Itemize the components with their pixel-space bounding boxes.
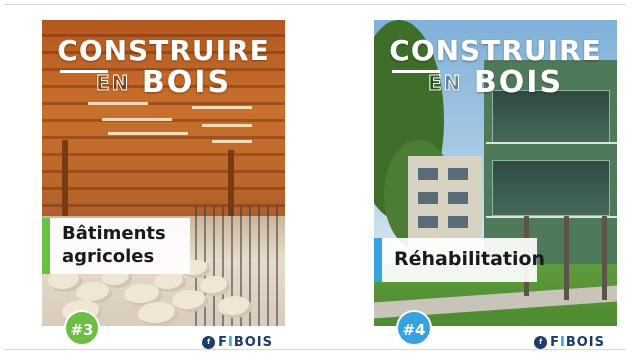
title-bois: BOIS xyxy=(141,64,232,100)
fibois-brand: f FIBOIS xyxy=(534,334,605,350)
title-construire: CONSTRUIRE xyxy=(57,34,270,67)
cover-title: CONSTRUIRE EN BOIS xyxy=(374,36,617,99)
fibois-wordmark: FIBOIS xyxy=(550,334,605,350)
fibois-logo-icon: f xyxy=(202,335,216,349)
topic-label: Bâtiments agricoles xyxy=(42,218,190,274)
issue-badge: #4 xyxy=(396,310,432,346)
title-bois: BOIS xyxy=(473,64,564,100)
magazine-card-issue-3[interactable]: CONSTRUIRE EN BOIS Bâtiments agricoles #… xyxy=(42,20,285,350)
topic-line-1: Bâtiments xyxy=(62,223,166,244)
topic-label: Réhabilitation xyxy=(374,238,546,282)
topic-line-2: agricoles xyxy=(62,246,155,267)
issue-badge: #3 xyxy=(64,310,100,346)
title-construire: CONSTRUIRE xyxy=(389,34,602,67)
cover-title: CONSTRUIRE EN BOIS xyxy=(42,36,285,99)
fibois-brand: f FIBOIS xyxy=(202,334,273,350)
fibois-logo-icon: f xyxy=(534,335,548,349)
cover-image-building[interactable]: CONSTRUIRE EN BOIS Réhabilitation xyxy=(374,20,617,326)
magazine-card-issue-4[interactable]: CONSTRUIRE EN BOIS Réhabilitation #4 f F… xyxy=(374,20,617,350)
cover-image-barn[interactable]: CONSTRUIRE EN BOIS Bâtiments agricoles xyxy=(42,20,285,326)
topic-line-1: Réhabilitation xyxy=(394,248,546,270)
fibois-wordmark: FIBOIS xyxy=(218,334,273,350)
